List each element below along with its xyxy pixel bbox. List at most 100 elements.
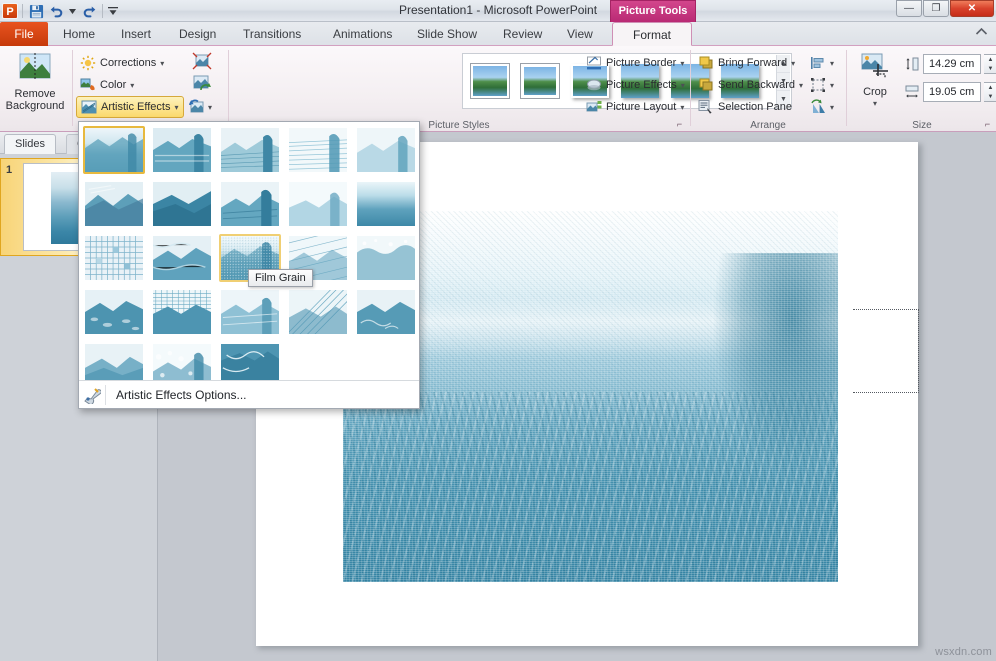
picture-layout-button[interactable]: Picture Layout ▾: [582, 96, 688, 118]
artistic-effect-pencil-sketch[interactable]: [287, 126, 349, 174]
send-backward-icon: [698, 77, 714, 93]
artistic-effect-line-drawing[interactable]: [355, 126, 417, 174]
artistic-effects-row: [83, 180, 417, 228]
send-backward-button[interactable]: Send Backward ▾: [694, 74, 807, 96]
artistic-effect-marker[interactable]: [151, 126, 213, 174]
shape-height-input[interactable]: 14.29 cm: [923, 54, 981, 74]
reset-picture-button[interactable]: ▾: [188, 96, 212, 118]
artistic-effect-glow-edges[interactable]: [219, 288, 281, 336]
slide-number: 1: [6, 164, 12, 176]
artistic-effects-icon: [81, 99, 97, 115]
picture-border-button[interactable]: Picture Border ▾: [582, 52, 688, 74]
artistic-effect-mosaic-bubbles[interactable]: [83, 234, 145, 282]
artistic-effects-label: Artistic Effects: [101, 101, 170, 113]
color-label: Color: [100, 79, 126, 91]
align-icon: [810, 55, 826, 71]
tab-file[interactable]: File: [0, 22, 48, 46]
film-grain-tooltip: Film Grain: [248, 269, 313, 287]
artistic-effect-plastic-wrap[interactable]: [83, 288, 145, 336]
ribbon-group-remove-background: Remove Background: [0, 46, 70, 132]
picture-styles-dialog-launcher[interactable]: ⌐: [674, 119, 685, 130]
shape-width-control[interactable]: 19.05 cm ▲▼: [904, 82, 996, 102]
collapse-ribbon-icon[interactable]: [975, 27, 988, 39]
tab-slides[interactable]: Slides: [4, 134, 56, 154]
tab-transitions[interactable]: Transitions: [232, 22, 312, 46]
shape-width-spinner[interactable]: ▲▼: [984, 82, 996, 102]
tab-slide-show[interactable]: Slide Show: [406, 22, 488, 46]
chevron-down-icon: ▾: [830, 103, 834, 112]
minimize-button[interactable]: —: [896, 0, 922, 17]
chevron-down-icon: ▾: [208, 103, 212, 112]
selection-pane-button[interactable]: Selection Pane: [694, 96, 796, 118]
artistic-effect-texturizer[interactable]: [287, 288, 349, 336]
tab-design[interactable]: Design: [168, 22, 227, 46]
artistic-effect-none[interactable]: [83, 126, 145, 174]
artistic-effect-paint-strokes[interactable]: [151, 180, 213, 228]
picture-layout-icon: [586, 99, 602, 115]
artistic-effects-options-row[interactable]: Artistic Effects Options...: [79, 380, 419, 408]
compress-pictures-button[interactable]: [192, 52, 212, 73]
chevron-down-icon: ▾: [830, 59, 834, 68]
close-button[interactable]: ✕: [950, 0, 994, 17]
ribbon-tab-strip: File Home Insert Design Transitions Anim…: [0, 22, 996, 46]
artistic-effect-pencil-grayscale[interactable]: [219, 126, 281, 174]
group-separator-1: [72, 50, 73, 126]
remove-background-button[interactable]: Remove Background: [1, 50, 69, 112]
tab-insert[interactable]: Insert: [110, 22, 162, 46]
artistic-effects-row: [83, 288, 417, 336]
align-button[interactable]: ▾: [810, 52, 834, 74]
crop-icon: [852, 52, 898, 83]
artistic-effect-glass[interactable]: [151, 234, 213, 282]
artistic-effects-row: [83, 126, 417, 174]
chevron-down-icon: ▾: [174, 103, 178, 112]
artistic-effects-dropdown[interactable]: Artistic Effects Options...: [78, 121, 420, 409]
change-picture-button[interactable]: [192, 74, 212, 95]
rotate-button[interactable]: ▾: [810, 96, 834, 118]
ribbon-group-size: Crop ▾ 14.29 cm ▲▼ 19.05 cm ▲▼ Size ⌐: [848, 46, 996, 132]
artistic-effect-glow-diffused[interactable]: [287, 180, 349, 228]
selection-pane-label: Selection Pane: [718, 101, 792, 113]
size-dialog-launcher[interactable]: ⌐: [982, 119, 993, 130]
picture-style-thumb[interactable]: [467, 60, 513, 102]
artistic-effect-cement[interactable]: [355, 288, 417, 336]
artistic-effects-options-icon: [79, 386, 105, 404]
shape-width-icon: [904, 84, 920, 100]
crop-button[interactable]: Crop ▾: [852, 50, 898, 110]
tab-review[interactable]: Review: [492, 22, 553, 46]
text-placeholder-outline[interactable]: [853, 309, 919, 393]
chevron-down-icon: ▾: [791, 59, 795, 68]
color-button[interactable]: Color ▾: [76, 74, 138, 96]
chevron-down-icon: ▾: [830, 81, 834, 90]
picture-layout-label: Picture Layout: [606, 101, 676, 113]
bring-forward-label: Bring Forward: [718, 57, 787, 69]
tab-animations[interactable]: Animations: [322, 22, 403, 46]
powerpoint-window: P Presentation1 - Microsoft PowerPoint —: [0, 0, 996, 661]
artistic-effects-button[interactable]: Artistic Effects ▾: [76, 96, 184, 118]
send-backward-label: Send Backward: [718, 79, 795, 91]
tab-format[interactable]: Format: [612, 22, 692, 46]
ribbon-group-adjust: Corrections ▾ Color ▾ Artistic Effects ▾: [74, 46, 226, 132]
picture-style-thumb[interactable]: [517, 60, 563, 102]
restore-button[interactable]: ❐: [923, 0, 949, 17]
artistic-effect-chalk-sketch[interactable]: [83, 180, 145, 228]
shape-height-spinner[interactable]: ▲▼: [984, 54, 996, 74]
tab-home[interactable]: Home: [52, 22, 106, 46]
picture-effects-button[interactable]: Picture Effects ▾: [582, 74, 689, 96]
group-separator-3: [690, 50, 691, 126]
chevron-down-icon: ▾: [680, 59, 684, 68]
tab-view[interactable]: View: [556, 22, 604, 46]
remove-background-icon: [1, 52, 69, 85]
artistic-effect-pastels-smooth[interactable]: [355, 234, 417, 282]
title-bar: P Presentation1 - Microsoft PowerPoint —: [0, 0, 996, 22]
shape-width-input[interactable]: 19.05 cm: [923, 82, 981, 102]
corrections-button[interactable]: Corrections ▾: [76, 52, 168, 74]
chevron-down-icon: ▾: [130, 81, 134, 90]
chevron-down-icon: ▾: [160, 59, 164, 68]
bring-forward-button[interactable]: Bring Forward ▾: [694, 52, 799, 74]
group-button[interactable]: ▾: [810, 74, 834, 96]
corrections-label: Corrections: [100, 57, 156, 69]
artistic-effect-paint-brush[interactable]: [219, 180, 281, 228]
artistic-effect-photocopy[interactable]: [151, 288, 213, 336]
artistic-effect-blur[interactable]: [355, 180, 417, 228]
shape-height-control[interactable]: 14.29 cm ▲▼: [904, 54, 996, 74]
